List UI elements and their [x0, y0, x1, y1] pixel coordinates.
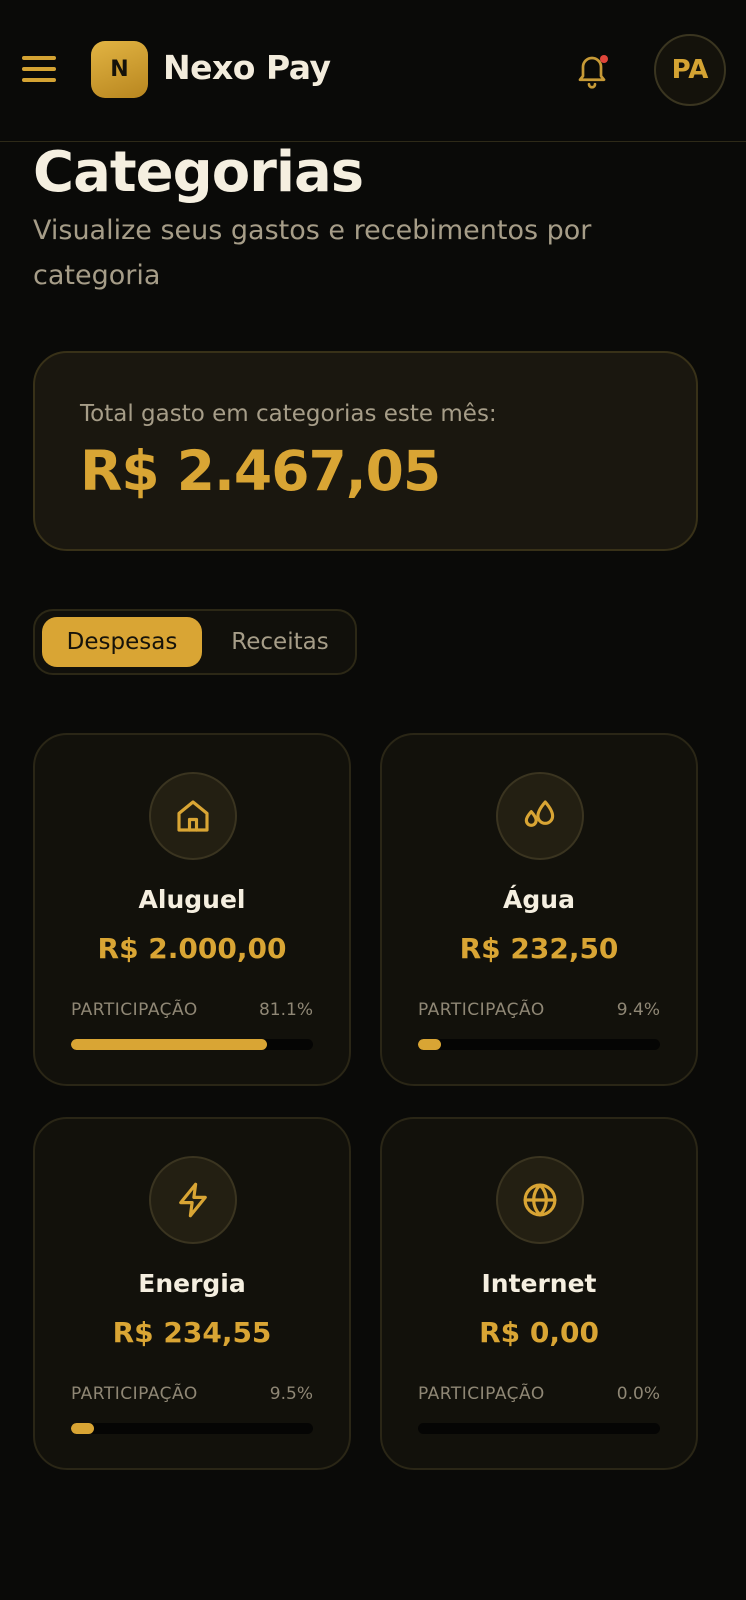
category-card-agua[interactable]: Água R$ 232,50 PARTICIPAÇÃO 9.4%: [380, 733, 698, 1086]
page-subtitle: Visualize seus gastos e recebimentos por…: [33, 215, 592, 291]
category-amount: R$ 2.000,00: [97, 932, 287, 965]
app-logo: N: [91, 41, 148, 98]
category-name: Internet: [481, 1269, 597, 1298]
total-spent-card: Total gasto em categorias este mês: R$ 2…: [33, 351, 698, 551]
total-spent-label: Total gasto em categorias este mês:: [80, 401, 497, 427]
page-title: Categorias: [33, 140, 364, 205]
avatar-initials: PA: [671, 55, 709, 85]
lightning-icon: [179, 1182, 207, 1218]
share-value: 9.4%: [616, 1000, 660, 1020]
menu-button[interactable]: [22, 52, 56, 86]
category-name: Energia: [138, 1269, 246, 1298]
share-label: PARTICIPAÇÃO: [418, 1384, 545, 1404]
share-value: 9.5%: [269, 1384, 313, 1404]
category-amount: R$ 232,50: [459, 932, 619, 965]
share-label: PARTICIPAÇÃO: [418, 1000, 545, 1020]
category-card-internet[interactable]: Internet R$ 0,00 PARTICIPAÇÃO 0.0%: [380, 1117, 698, 1470]
tab-income[interactable]: Receitas: [215, 617, 345, 667]
tab-expenses[interactable]: Despesas: [42, 617, 202, 667]
house-icon: [177, 800, 209, 832]
app-name: Nexo Pay: [163, 48, 331, 87]
share-bar-track: [418, 1039, 660, 1050]
category-name: Água: [503, 885, 575, 914]
share-label: PARTICIPAÇÃO: [71, 1000, 198, 1020]
share-bar-fill: [418, 1039, 441, 1050]
logo-letter: N: [110, 57, 129, 82]
menu-icon-line-bottom: [22, 78, 56, 82]
menu-icon-line-middle: [22, 67, 56, 71]
share-value: 0.0%: [616, 1384, 660, 1404]
category-icon-wrapper: [496, 1156, 584, 1244]
globe-icon: [523, 1183, 557, 1217]
category-name: Aluguel: [138, 885, 246, 914]
share-bar-fill: [71, 1423, 94, 1434]
share-bar-track: [71, 1423, 313, 1434]
share-value: 81.1%: [258, 1000, 313, 1020]
share-bar-track: [71, 1039, 313, 1050]
total-spent-value: R$ 2.467,05: [80, 439, 441, 503]
water-drops-icon: [524, 800, 555, 827]
notification-dot: [600, 55, 608, 63]
category-card-energia[interactable]: Energia R$ 234,55 PARTICIPAÇÃO 9.5%: [33, 1117, 351, 1470]
user-avatar[interactable]: PA: [654, 34, 726, 106]
share-label: PARTICIPAÇÃO: [71, 1384, 198, 1404]
category-amount: R$ 0,00: [479, 1316, 599, 1349]
type-tabs: Despesas Receitas: [33, 609, 357, 675]
category-icon-wrapper: [496, 772, 584, 860]
category-amount: R$ 234,55: [112, 1316, 272, 1349]
category-icon-wrapper: [149, 1156, 237, 1244]
menu-icon-line-top: [22, 56, 56, 60]
share-bar-fill: [71, 1039, 268, 1050]
share-bar-track: [418, 1423, 660, 1434]
category-icon-wrapper: [149, 772, 237, 860]
app-header: N Nexo Pay PA: [0, 0, 746, 142]
category-card-aluguel[interactable]: Aluguel R$ 2.000,00 PARTICIPAÇÃO 81.1%: [33, 733, 351, 1086]
